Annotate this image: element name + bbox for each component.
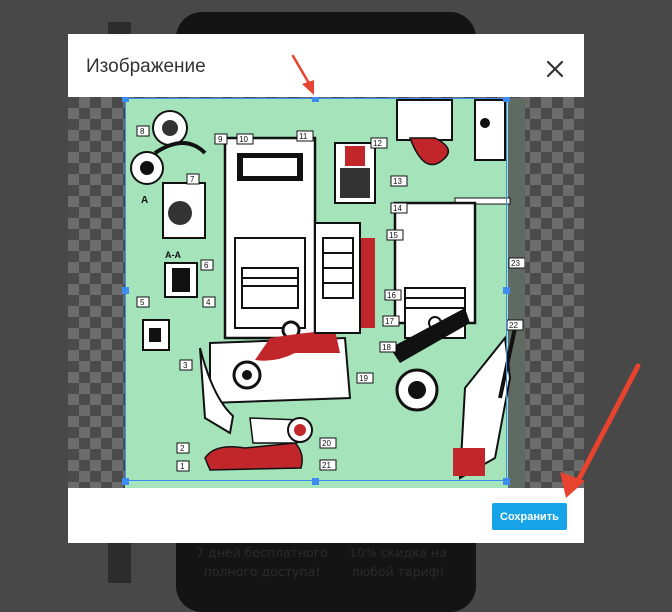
image-editor-dialog: Изображение 8 9 10 11 7 6 5 4 3 2 1 12 1… [68,34,584,543]
diagram-label: 22 [509,321,518,330]
crop-handle-top-right[interactable] [503,97,510,102]
promo-line: любой тариф! [351,564,445,579]
save-button[interactable]: Сохранить [492,503,567,530]
diagram-label: 23 [511,259,520,268]
crop-handle-right[interactable] [503,287,510,294]
close-button[interactable] [542,56,568,82]
crop-handle-left[interactable] [122,287,129,294]
dialog-title: Изображение [86,56,206,77]
crop-handle-top-left[interactable] [122,97,129,102]
crop-handle-bottom-left[interactable] [122,478,129,485]
close-icon [546,60,564,78]
crop-handle-bottom[interactable] [312,478,319,485]
crop-handle-top[interactable] [312,97,319,102]
crop-handle-bottom-right[interactable] [503,478,510,485]
background-promo-discount: 10% скидка на любой тариф! [318,543,478,581]
crop-frame[interactable] [125,98,507,481]
image-canvas: 8 9 10 11 7 6 5 4 3 2 1 12 13 14 15 16 1… [68,97,584,488]
promo-line: 10% скидка на [349,545,447,560]
